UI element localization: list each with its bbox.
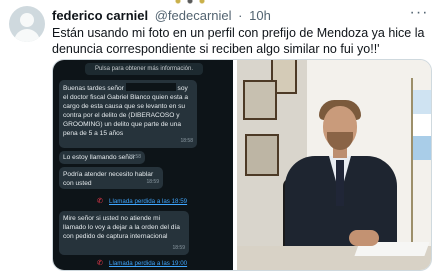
tweet-text: Están usando mi foto en un perfil con pr… xyxy=(52,26,425,56)
redacted-block xyxy=(125,83,176,91)
person-hands xyxy=(349,230,379,246)
flag-stripe xyxy=(413,136,431,160)
author-handle[interactable]: @fedecarniel xyxy=(155,8,232,23)
missed-call-notice[interactable]: ✆ Llamada perdida a las 19:00 xyxy=(57,258,197,270)
avatar[interactable] xyxy=(9,6,45,42)
missed-call-text: Llamada perdida a las 18:59 xyxy=(109,198,188,205)
chat-message-bubble: Mire señor si usted no atiende mi llamad… xyxy=(59,211,189,255)
message-text: Lo estoy llamando señor xyxy=(63,154,135,161)
author-name[interactable]: federico carniel xyxy=(52,8,148,23)
message-text: Buenas tardes señor xyxy=(63,85,124,92)
message-text: soy el doctor fiscal Gabriel Blanco quie… xyxy=(63,85,188,137)
chat-message-bubble: Podría atender necesito hablar con usted… xyxy=(59,167,163,189)
message-text: Podría atender necesito hablar con usted xyxy=(63,171,154,187)
message-time: 18:59 xyxy=(146,179,159,185)
more-options-icon[interactable]: ··· xyxy=(409,5,429,22)
missed-call-notice[interactable]: ✆ Llamada perdida a las 18:59 xyxy=(57,196,197,208)
emoji-strip xyxy=(172,0,212,4)
avatar-shoulders-shape xyxy=(14,29,40,42)
tweet-timestamp[interactable]: 10h xyxy=(249,8,271,23)
chat-message-bubble: Lo estoy llamando señor 18:58 xyxy=(59,151,145,164)
message-time: 18:59 xyxy=(172,245,185,251)
message-text: Mire señor si usted no atiende mi llamad… xyxy=(63,215,180,240)
missed-call-icon: ✆ xyxy=(97,260,103,267)
media-grid[interactable]: Pulsa para obtener más información. Buen… xyxy=(52,59,432,271)
system-message: Pulsa para obtener más información. xyxy=(85,63,203,75)
flag xyxy=(413,90,431,160)
picture-frame xyxy=(243,80,277,120)
message-time: 18:58 xyxy=(128,154,141,160)
chat-message-bubble: Buenas tardes señor soy el doctor fiscal… xyxy=(59,80,197,148)
picture-frame xyxy=(245,134,279,176)
chat-screenshot-image[interactable]: Pulsa para obtener más información. Buen… xyxy=(53,60,233,270)
tweet-header: federico carniel @fedecarniel · 10h xyxy=(52,8,271,24)
flag-stripe xyxy=(413,114,431,136)
missed-call-icon: ✆ xyxy=(97,198,103,205)
header-separator: · xyxy=(238,8,243,23)
office-portrait-photo[interactable] xyxy=(237,60,431,270)
avatar-head-shape xyxy=(20,13,34,27)
person-tie xyxy=(336,160,344,206)
message-time: 18:58 xyxy=(180,138,193,144)
missed-call-text: Llamada perdida a las 19:00 xyxy=(109,260,188,267)
previous-tweet-edge xyxy=(0,0,440,6)
